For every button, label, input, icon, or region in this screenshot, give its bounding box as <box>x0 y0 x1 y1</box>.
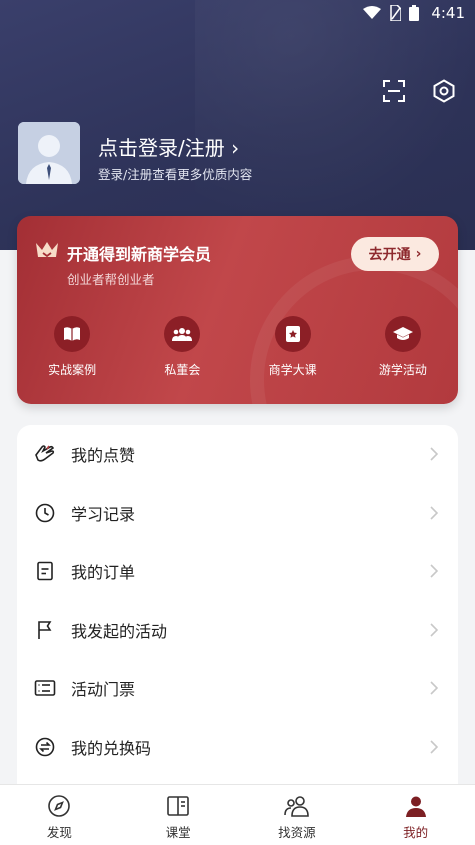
tab-mine[interactable]: 我的 <box>356 785 475 845</box>
user-icon <box>403 793 429 819</box>
header-actions <box>381 78 457 104</box>
menu-item-label: 我的兑换码 <box>71 738 152 758</box>
login-chevron-icon: › <box>231 136 240 160</box>
tab-label: 课堂 <box>165 825 191 840</box>
menu-item-label: 我的订单 <box>71 563 136 583</box>
membership-subtitle: 创业者帮创业者 <box>67 272 155 287</box>
menu-list: 我的点赞 学习记录 我的订单 我发起的活动 活动门票 我的兑换码 <box>17 425 458 805</box>
scan-icon[interactable] <box>381 78 407 104</box>
menu-item-orders[interactable]: 我的订单 <box>17 542 458 601</box>
open-membership-label: 去开通 <box>368 247 411 263</box>
tab-label: 找资源 <box>278 825 316 840</box>
chevron-right-icon <box>430 681 438 695</box>
chevron-right-icon <box>430 447 438 461</box>
perk-label: 实战案例 <box>48 363 97 377</box>
book-open-icon <box>54 316 91 352</box>
menu-item-likes[interactable]: 我的点赞 <box>17 425 458 484</box>
menu-item-label: 我发起的活动 <box>71 621 168 641</box>
crown-icon <box>36 242 58 258</box>
menu-item-tickets[interactable]: 活动门票 <box>17 659 458 718</box>
status-icons <box>363 5 419 21</box>
avatar[interactable] <box>18 122 80 184</box>
compass-icon <box>46 793 72 819</box>
chevron-right-icon <box>430 623 438 637</box>
tab-discover[interactable]: 发现 <box>0 785 119 845</box>
people-icon <box>284 793 310 819</box>
menu-item-label: 活动门票 <box>71 680 136 700</box>
perk-board[interactable]: 私董会 <box>127 316 237 378</box>
flag-icon <box>33 618 57 642</box>
membership-title: 开通得到新商学会员 <box>67 245 212 264</box>
tab-label: 发现 <box>46 825 72 840</box>
exchange-icon <box>33 735 57 759</box>
perk-cases[interactable]: 实战案例 <box>17 316 127 378</box>
perk-label: 商学大课 <box>268 363 317 377</box>
tab-label: 我的 <box>403 825 429 840</box>
graduation-cap-icon <box>384 316 421 352</box>
perk-course[interactable]: 商学大课 <box>238 316 348 378</box>
order-doc-icon <box>33 559 57 583</box>
battery-icon <box>409 5 419 21</box>
chevron-right-icon <box>430 506 438 520</box>
open-membership-button[interactable]: 去开通 › <box>351 237 439 271</box>
menu-item-redeem-code[interactable]: 我的兑换码 <box>17 718 458 777</box>
group-icon <box>164 316 201 352</box>
status-bar: 4:41 <box>0 0 475 26</box>
bottom-tab-bar: 发现 课堂 找资源 我的 <box>0 784 475 845</box>
tab-classroom[interactable]: 课堂 <box>119 785 238 845</box>
tab-resources[interactable]: 找资源 <box>238 785 357 845</box>
perk-label: 私董会 <box>164 363 201 377</box>
settings-icon[interactable] <box>431 78 457 104</box>
menu-item-label: 我的点赞 <box>71 446 136 466</box>
chevron-right-icon <box>430 740 438 754</box>
membership-perks: 实战案例 私董会 商学大课 游学活动 <box>17 316 458 378</box>
login-subtitle: 登录/注册查看更多优质内容 <box>98 167 253 182</box>
menu-item-label: 学习记录 <box>71 504 136 524</box>
login-title[interactable]: 点击登录/注册 › <box>98 132 239 161</box>
ticket-icon <box>33 676 57 700</box>
clock-icon <box>33 501 57 525</box>
book-icon <box>165 793 191 819</box>
login-title-text: 点击登录/注册 <box>98 136 225 160</box>
chevron-right-icon <box>430 564 438 578</box>
chevron-right-icon: › <box>415 246 422 262</box>
wifi-icon <box>363 6 381 19</box>
like-hand-icon <box>33 442 57 466</box>
sim-icon <box>390 5 401 21</box>
perk-label: 游学活动 <box>378 363 427 377</box>
menu-item-history[interactable]: 学习记录 <box>17 484 458 543</box>
notebook-icon <box>274 316 311 352</box>
perk-study-tour[interactable]: 游学活动 <box>348 316 458 378</box>
menu-item-my-events[interactable]: 我发起的活动 <box>17 601 458 660</box>
membership-card[interactable]: 开通得到新商学会员 创业者帮创业者 去开通 › 实战案例 私董会 商学大课 游学… <box>17 216 458 404</box>
status-time: 4:41 <box>431 4 465 22</box>
